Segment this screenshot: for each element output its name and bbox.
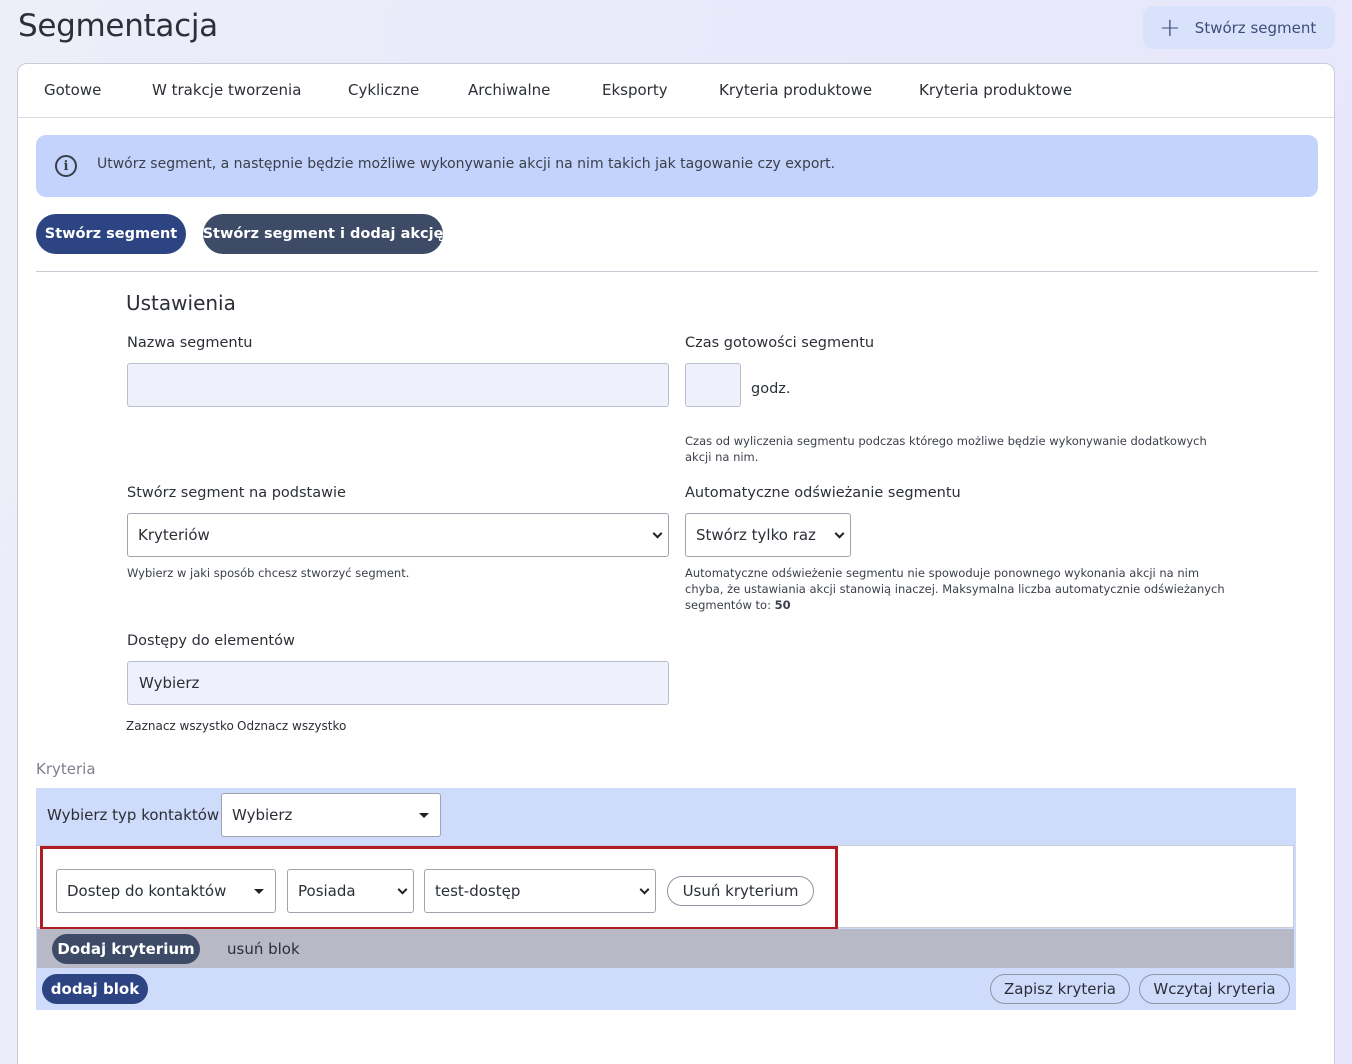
block-actions-bar: Dodaj kryterium usuń blok [37,929,1294,968]
settings-title: Ustawienia [126,291,236,315]
plus-icon: + [1159,12,1181,43]
info-icon: i [55,155,77,177]
chevron-down-icon [639,884,650,895]
caret-down-icon [419,813,429,818]
criterion-target-value: test-dostęp [435,882,521,900]
chevron-down-icon [652,528,663,539]
create-segment-top-button[interactable]: + Stwórz segment [1143,6,1335,49]
tab-bar: Gotowe W trakcje tworzenia Cykliczne Arc… [18,64,1334,118]
criterion-operator-select[interactable]: Posiada [287,869,414,913]
refresh-label: Automatyczne odświeżanie segmentu [685,485,961,501]
access-label: Dostępy do elementów [127,633,295,649]
create-segment-button[interactable]: Stwórz segment [36,214,186,254]
tab-kryteria-produktowe-2[interactable]: Kryteria produktowe [919,81,1072,99]
create-segment-top-label: Stwórz segment [1194,18,1317,37]
ready-time-help: Czas od wyliczenia segmentu podczas któr… [685,434,1207,464]
criteria-section-label: Kryteria [36,760,96,778]
deselect-all-link[interactable]: Odznacz wszystko [237,719,346,733]
ready-time-label: Czas gotowości segmentu [685,335,875,351]
create-segment-add-action-button[interactable]: Stwórz segment i dodaj akcję [203,214,443,254]
tab-kryteria-produktowe-1[interactable]: Kryteria produktowe [719,81,872,99]
tab-archiwalne[interactable]: Archiwalne [468,81,550,99]
ready-time-unit: godz. [751,381,791,397]
tab-cykliczne[interactable]: Cykliczne [348,81,419,99]
chevron-down-icon [397,884,408,895]
contact-type-value: Wybierz [232,806,293,824]
tab-gotowe[interactable]: Gotowe [44,81,101,99]
main-card: Gotowe W trakcje tworzenia Cykliczne Arc… [17,63,1335,1064]
criterion-target-select[interactable]: test-dostęp [424,869,656,913]
basis-help: Wybierz w jaki sposób chcesz stworzyć se… [127,566,410,580]
select-all-link[interactable]: Zaznacz wszystko [126,719,234,733]
segment-name-input[interactable] [127,363,669,407]
add-criterion-button[interactable]: Dodaj kryterium [52,934,200,964]
remove-criterion-button[interactable]: Usuń kryterium [667,876,814,906]
access-multiselect[interactable]: Wybierz [127,661,669,705]
info-text: Utwórz segment, a następnie będzie możli… [97,156,836,172]
chevron-down-icon [834,528,845,539]
criteria-block: Dostep do kontaktów Posiada test-dostęp … [36,845,1294,930]
contact-type-label: Wybierz typ kontaktów [47,806,220,824]
add-block-button[interactable]: dodaj blok [42,974,148,1004]
caret-down-icon [254,889,264,894]
criteria-area: Wybierz typ kontaktów Wybierz Dostep do … [36,788,1296,1010]
tab-w-trakcie[interactable]: W trakcje tworzenia [152,81,301,99]
ready-time-input[interactable] [685,363,741,407]
refresh-select[interactable]: Stwórz tylko raz [685,513,851,557]
save-criteria-button[interactable]: Zapisz kryteria [990,974,1130,1004]
segment-name-label: Nazwa segmentu [127,335,253,351]
load-criteria-button[interactable]: Wczytaj kryteria [1139,974,1290,1004]
refresh-select-value: Stwórz tylko raz [696,526,816,544]
basis-select-value: Kryteriów [138,526,210,544]
criterion-operator-value: Posiada [298,882,356,900]
info-banner: i Utwórz segment, a następnie będzie moż… [36,135,1318,197]
refresh-help: Automatyczne odświeżenie segmentu nie sp… [685,565,1225,613]
page-title: Segmentacja [18,8,218,44]
divider [36,271,1318,272]
refresh-help-text: Automatyczne odświeżenie segmentu nie sp… [685,566,1225,612]
refresh-max-value: 50 [774,598,791,612]
basis-select[interactable]: Kryteriów [127,513,669,557]
access-value: Wybierz [139,674,200,692]
criterion-field-select[interactable]: Dostep do kontaktów [56,869,276,913]
contact-type-select[interactable]: Wybierz [221,793,441,837]
tab-eksporty[interactable]: Eksporty [602,81,668,99]
remove-block-link[interactable]: usuń blok [227,940,300,958]
basis-label: Stwórz segment na podstawie [127,485,346,501]
criterion-field-value: Dostep do kontaktów [67,882,227,900]
